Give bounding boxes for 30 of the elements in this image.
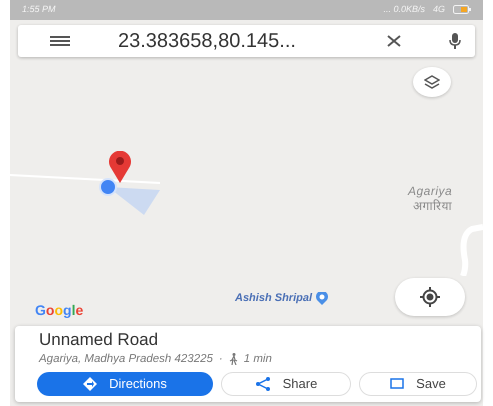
search-field[interactable]: 23.383658,80.145... <box>18 25 475 57</box>
share-button[interactable]: Share <box>221 372 351 396</box>
microphone-icon[interactable] <box>449 33 461 49</box>
network-speed: ... 0.0KB/s <box>383 3 425 16</box>
place-title: Unnamed Road <box>39 330 160 351</box>
map-pin-icon <box>108 151 132 183</box>
poi-label: Ashish Shripal <box>235 291 312 306</box>
poi-marker-icon <box>316 292 328 305</box>
battery-icon <box>453 3 471 17</box>
share-icon <box>254 377 271 391</box>
layers-icon <box>424 75 440 89</box>
save-button[interactable]: Save <box>359 372 477 396</box>
bookmark-icon <box>390 378 404 390</box>
my-location-icon <box>420 287 440 307</box>
close-icon[interactable] <box>387 35 401 47</box>
directions-button[interactable]: Directions <box>37 372 213 396</box>
travel-time: 1 min <box>244 352 272 367</box>
place-address: Agariya, Madhya Pradesh 423225 <box>39 352 213 367</box>
menu-icon[interactable] <box>50 36 70 46</box>
separator-dot: · <box>218 352 223 367</box>
network-type: 4G <box>432 3 445 16</box>
walking-icon <box>228 353 238 366</box>
my-location-button[interactable] <box>395 278 465 316</box>
directions-icon <box>83 377 98 391</box>
status-time: 1:55 PM <box>22 3 56 16</box>
place-label: Agariya <box>408 183 452 199</box>
place-label: अगारिया <box>413 198 452 215</box>
map-logo: Google <box>35 301 84 320</box>
layers-button[interactable] <box>413 67 451 97</box>
search-value: 23.383658,80.145... <box>118 29 297 54</box>
